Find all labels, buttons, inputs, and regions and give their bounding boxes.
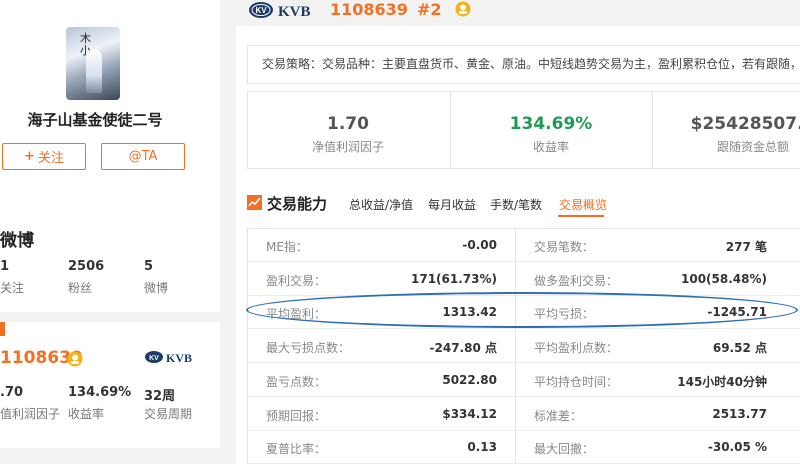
stat-value: 100(58.48%) <box>681 271 767 286</box>
account-accent-bar <box>0 322 5 336</box>
user-name: 海子山基金使徒二号 <box>27 111 163 129</box>
stat-label: 盈利交易： <box>266 273 327 288</box>
stat-label: 最大亏损点数： <box>266 341 351 356</box>
stat-value: 5022.80 <box>442 372 497 387</box>
strategy-description: 交易策略：交易品种：主要直盘货币、黄金、原油。中短线趋势交易为主，盈利累积仓位，… <box>247 45 800 84</box>
header-kvb-text: KVB <box>278 4 311 20</box>
active-tab-indicator <box>558 215 604 217</box>
stat-value: $334.12 <box>442 406 497 421</box>
stat-label: 盈亏点数： <box>266 374 327 389</box>
account-period: 32周 <box>144 389 176 404</box>
stat-label: 最大回撤： <box>534 442 595 457</box>
kvb-logo-text: KVB <box>166 351 192 365</box>
stat-label: 夏普比率： <box>266 442 327 457</box>
kpi-profit-factor: 1.70 净值利润因子 <box>248 92 448 168</box>
table-row: 盈亏点数： 5022.80 平均持仓时间： 145小时40分钟 <box>248 364 800 397</box>
svg-text:KV: KV <box>255 6 267 15</box>
tab-total-return[interactable]: 总收益/净值 <box>349 196 413 213</box>
at-ta-button[interactable]: @TA <box>101 143 185 170</box>
following-count[interactable]: 1 <box>0 259 9 274</box>
weibo-count-label: 微博 <box>144 281 169 295</box>
annotation-ellipse <box>246 292 798 328</box>
table-row: 预期回报： $334.12 标准差： 2513.77 <box>248 398 800 431</box>
kpi-return: 134.69% 收益率 <box>451 92 651 168</box>
stat-value: 0.13 <box>467 440 497 455</box>
header-account-id: 1108639 <box>330 0 408 19</box>
stat-value: -247.80 点 <box>429 341 497 356</box>
stat-value: -30.05 % <box>707 440 767 455</box>
kvb-logo: KV KVB <box>144 349 194 369</box>
following-label: 关注 <box>0 281 25 295</box>
kpi-summary: 1.70 净值利润因子 134.69% 收益率 $25428507.7 跟随资金… <box>247 91 800 169</box>
chart-icon <box>247 195 262 210</box>
kpi-follow-funds-label: 跟随资金总额 <box>716 140 789 154</box>
header-kvb-logo: KV KVB <box>248 0 328 24</box>
tab-monthly-return[interactable]: 每月收益 <box>428 196 476 213</box>
stat-value: 171(61.73%) <box>411 271 497 286</box>
stat-value: 2513.77 <box>712 406 767 421</box>
stat-label: 预期回报： <box>266 408 327 423</box>
account-period-label: 交易周期 <box>144 407 193 421</box>
stat-value: 69.52 点 <box>712 341 767 356</box>
trade-stats-table: ME指： -0.00 交易笔数： 277 笔盈利交易： 171(61.73%) 做多盈利交… <box>247 228 800 464</box>
stat-label: 做多盈利交易： <box>534 273 619 288</box>
account-profit-factor-label: 值利润因子 <box>0 407 61 421</box>
kpi-profit-factor-label: 净值利润因子 <box>311 140 384 154</box>
follow-label: 关注 <box>37 151 64 166</box>
header-rank: #2 <box>417 0 442 19</box>
followers-count[interactable]: 2506 <box>68 259 104 274</box>
svg-text:KV: KV <box>149 355 159 362</box>
plus-icon: + <box>24 149 35 164</box>
account-return: 134.69% <box>68 385 132 400</box>
tab-trade-overview[interactable]: 交易概览 <box>559 196 607 213</box>
weibo-heading: 微博 <box>0 231 34 251</box>
tab-lots-trades[interactable]: 手数/笔数 <box>490 196 542 213</box>
followers-label: 粉丝 <box>68 281 93 295</box>
kpi-return-value: 134.69% <box>509 114 593 134</box>
kpi-return-label: 收益率 <box>532 140 569 154</box>
stat-value: -0.00 <box>462 238 497 252</box>
profile-sidebar: 木 小 海子山基金使徒二号 + 关注 @TA 微博 1 关注 2506 粉丝 5… <box>0 0 220 464</box>
table-row: 夏普比率： 0.13 最大回撤： -30.05 % <box>248 431 800 464</box>
avatar-figure <box>86 49 102 93</box>
table-row: 最大亏损点数： -247.80 点 平均盈利点数： 69.52 点 <box>248 330 800 364</box>
weibo-count[interactable]: 5 <box>144 259 153 274</box>
profile-card: 木 小 海子山基金使徒二号 + 关注 @TA 微博 1 关注 2506 粉丝 5… <box>0 0 220 312</box>
stat-label: 平均持仓时间： <box>534 374 619 389</box>
stat-value: 145小时40分钟 <box>677 374 767 389</box>
medal-icon <box>67 351 83 367</box>
kpi-profit-factor-value: 1.70 <box>327 114 369 134</box>
follow-button[interactable]: + 关注 <box>2 143 86 170</box>
account-profit-factor: .70 <box>0 385 24 400</box>
section-title: 交易能力 <box>267 195 328 213</box>
kpi-follow-funds-value: $25428507.7 <box>690 114 800 134</box>
stat-value: 277 笔 <box>725 240 767 254</box>
avatar[interactable]: 木 小 <box>66 27 120 100</box>
stat-label: 标准差： <box>534 408 583 423</box>
table-row: 盈利交易： 171(61.73%) 做多盈利交易： 100(58.48%) <box>248 263 800 296</box>
stat-label: 平均盈利点数： <box>534 341 619 356</box>
table-row: ME指： -0.00 交易笔数： 277 笔 <box>248 229 800 262</box>
stat-label: ME指： <box>266 240 308 254</box>
header-medal-icon <box>455 1 471 17</box>
column-divider <box>515 229 516 464</box>
stat-label: 交易笔数： <box>534 240 595 254</box>
kpi-follow-funds: $25428507.7 跟随资金总额 <box>653 92 800 168</box>
account-return-label: 收益率 <box>68 407 105 421</box>
